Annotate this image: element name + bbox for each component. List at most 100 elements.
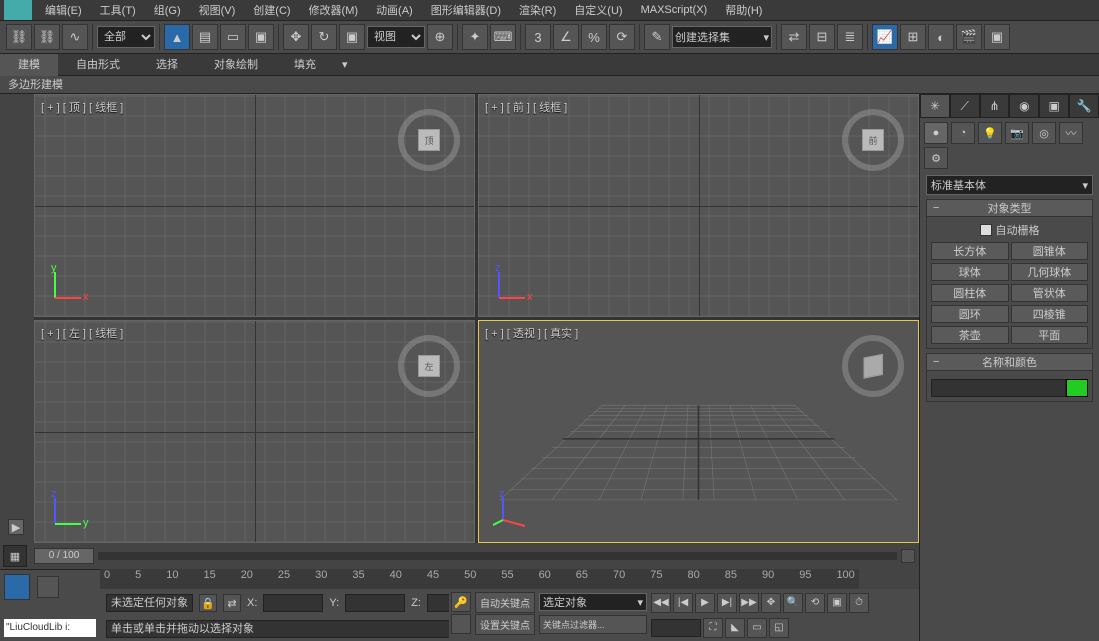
goto-end-icon[interactable]: ▶▶ — [739, 593, 759, 613]
nav-zoom-icon[interactable]: 🔍 — [783, 593, 803, 613]
nav-pan-icon[interactable]: ✥ — [761, 593, 781, 613]
render-frame-icon[interactable]: ▣ — [984, 24, 1010, 50]
viewcube-persp[interactable] — [842, 335, 904, 397]
play-icon[interactable]: ▶ — [695, 593, 715, 613]
unlink-icon[interactable]: ⛓ — [34, 24, 60, 50]
ribbon-select[interactable]: 选择 — [138, 54, 196, 76]
menu-customize[interactable]: 自定义(U) — [565, 2, 631, 18]
vp-persp-label[interactable]: [ + ] [ 透视 ] [ 真实 ] — [485, 325, 578, 341]
color-swatch[interactable] — [1066, 379, 1088, 397]
menu-modifier[interactable]: 修改器(M) — [300, 2, 368, 18]
ribbon-freeform[interactable]: 自由形式 — [58, 54, 138, 76]
setkey-icon[interactable] — [451, 614, 471, 634]
selection-filter[interactable]: 全部 — [97, 26, 155, 48]
ribbon-sub[interactable]: 多边形建模 — [0, 76, 1099, 94]
nav-orbit-icon[interactable]: ⟲ — [805, 593, 825, 613]
align-icon[interactable]: ⊟ — [809, 24, 835, 50]
tab-modify-icon[interactable]: ⟋ — [950, 94, 980, 118]
btn-cylinder[interactable]: 圆柱体 — [931, 284, 1009, 302]
curve-editor-icon[interactable]: 📈 — [872, 24, 898, 50]
vp-front-label[interactable]: [ + ] [ 前 ] [ 线框 ] — [485, 99, 567, 115]
abs-rel-icon[interactable]: ⇄ — [223, 594, 241, 612]
viewcube-front[interactable]: 前 — [842, 109, 904, 171]
btn-sphere[interactable]: 球体 — [931, 263, 1009, 281]
tab-hierarchy-icon[interactable]: ⋔ — [980, 94, 1010, 118]
btn-pyramid[interactable]: 四棱锥 — [1011, 305, 1089, 323]
rect-select-icon[interactable]: ▭ — [220, 24, 246, 50]
next-frame-icon[interactable]: ▶| — [717, 593, 737, 613]
viewcube-top[interactable]: 顶 — [398, 109, 460, 171]
time-config-icon[interactable]: ⏱ — [849, 593, 869, 613]
render-setup-icon[interactable]: 🎬 — [956, 24, 982, 50]
scale-icon[interactable]: ▣ — [339, 24, 365, 50]
bind-icon[interactable]: ∿ — [62, 24, 88, 50]
cat-geometry-icon[interactable]: ● — [924, 122, 948, 144]
name-field[interactable] — [931, 379, 1066, 397]
menu-create[interactable]: 创建(C) — [244, 2, 299, 18]
btn-box[interactable]: 长方体 — [931, 242, 1009, 260]
menu-view[interactable]: 视图(V) — [190, 2, 245, 18]
btn-cone[interactable]: 圆锥体 — [1011, 242, 1089, 260]
x-field[interactable] — [263, 594, 323, 612]
tab-motion-icon[interactable]: ◉ — [1009, 94, 1039, 118]
vp-top-label[interactable]: [ + ] [ 顶 ] [ 线框 ] — [41, 99, 123, 115]
nav-min-max-icon[interactable]: ◱ — [769, 618, 789, 638]
window-crossing-icon[interactable]: ▣ — [248, 24, 274, 50]
viewport-front[interactable]: [ + ] [ 前 ] [ 线框 ] 前 zx — [478, 94, 919, 317]
link-icon[interactable]: ⛓ — [6, 24, 32, 50]
menu-anim[interactable]: 动画(A) — [367, 2, 422, 18]
layers-icon[interactable]: ≣ — [837, 24, 863, 50]
btn-teapot[interactable]: 茶壶 — [931, 326, 1009, 344]
y-field[interactable] — [345, 594, 405, 612]
prev-frame-icon[interactable]: |◀ — [673, 593, 693, 613]
btn-torus[interactable]: 圆环 — [931, 305, 1009, 323]
nav-region-icon[interactable]: ▭ — [747, 618, 767, 638]
current-frame-field[interactable] — [651, 619, 701, 637]
pivot-icon[interactable]: ⊕ — [427, 24, 453, 50]
rotate-icon[interactable]: ↻ — [311, 24, 337, 50]
menu-edit[interactable]: 编辑(E) — [36, 2, 91, 18]
nav-fov-icon[interactable]: ◣ — [725, 618, 745, 638]
spinner-snap-icon[interactable]: ⟳ — [609, 24, 635, 50]
selection-set[interactable]: 创建选择集▾ — [672, 26, 772, 48]
ribbon-caret-icon[interactable]: ▾ — [334, 54, 356, 76]
viewcube-left[interactable]: 左 — [398, 335, 460, 397]
move-icon[interactable]: ✥ — [283, 24, 309, 50]
cat-helpers-icon[interactable]: ◎ — [1032, 122, 1056, 144]
time-ruler[interactable]: 0510152025303540455055606570758085909510… — [100, 569, 859, 589]
select-name-icon[interactable]: ▤ — [192, 24, 218, 50]
ribbon-paint[interactable]: 对象绘制 — [196, 54, 276, 76]
percent-snap-icon[interactable]: % — [581, 24, 607, 50]
vp-left-label[interactable]: [ + ] [ 左 ] [ 线框 ] — [41, 325, 123, 341]
mirror-icon[interactable]: ⇄ — [781, 24, 807, 50]
cat-systems-icon[interactable]: ⚙ — [924, 147, 948, 169]
rollout-name-color[interactable]: 名称和颜色 — [926, 353, 1093, 371]
tab-create-icon[interactable]: ✳ — [920, 94, 950, 118]
ribbon-populate[interactable]: 填充 — [276, 54, 334, 76]
viewport-left[interactable]: [ + ] [ 左 ] [ 线框 ] 左 zy — [34, 320, 475, 543]
viewport-top[interactable]: [ + ] [ 顶 ] [ 线框 ] 顶 yx — [34, 94, 475, 317]
tab-display-icon[interactable]: ▣ — [1039, 94, 1069, 118]
menu-group[interactable]: 组(G) — [145, 2, 190, 18]
btn-plane[interactable]: 平面 — [1011, 326, 1089, 344]
lock-icon[interactable]: 🔒 — [199, 594, 217, 612]
cat-cameras-icon[interactable]: 📷 — [1005, 122, 1029, 144]
time-handle[interactable]: 0 / 100 — [34, 548, 94, 564]
keymode-icon[interactable]: ⌨ — [490, 24, 516, 50]
key-icon[interactable]: 🔑 — [451, 592, 471, 612]
script-listener[interactable]: "LiuCloudLib i: — [4, 619, 96, 637]
cat-lights-icon[interactable]: 💡 — [978, 122, 1002, 144]
expand-icon[interactable]: ▶ — [8, 519, 24, 535]
select-icon[interactable]: ▲ — [164, 24, 190, 50]
menu-grapheditor[interactable]: 图形编辑器(D) — [422, 2, 510, 18]
goto-start-icon[interactable]: ◀◀ — [651, 593, 671, 613]
rollout-object-type[interactable]: 对象类型 — [926, 199, 1093, 217]
setkey-button[interactable]: 设置关键点 — [475, 614, 535, 635]
btn-geosphere[interactable]: 几何球体 — [1011, 263, 1089, 281]
key-filter-button[interactable]: 关键点过滤器... — [539, 615, 647, 634]
tab-utility-icon[interactable]: 🔧 — [1069, 94, 1099, 118]
primitive-dropdown[interactable]: 标准基本体▾ — [926, 175, 1093, 195]
isolate-icon[interactable] — [37, 576, 59, 598]
cat-shapes-icon[interactable]: ◔ — [951, 122, 975, 144]
angle-snap-icon[interactable]: ∠ — [553, 24, 579, 50]
